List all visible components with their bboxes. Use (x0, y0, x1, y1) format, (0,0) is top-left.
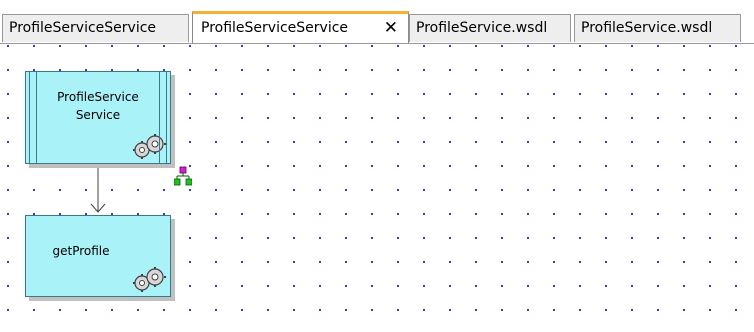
diagram-canvas[interactable]: ProfileService Service getProfile (0, 44, 754, 332)
hierarchy-icon[interactable] (174, 166, 192, 186)
editor-tab-bar: ProfileServiceService ProfileServiceServ… (0, 0, 754, 44)
operation-node[interactable]: getProfile (25, 215, 171, 297)
service-operation-connector (90, 164, 106, 213)
tab-label: ProfileService.wsdl (416, 20, 548, 36)
tab-profileservice-wsdl-1[interactable]: ProfileService.wsdl (409, 14, 571, 42)
service-node-label: ProfileService Service (26, 88, 170, 124)
service-node[interactable]: ProfileService Service (25, 71, 171, 164)
gears-icon (133, 134, 166, 159)
gears-icon (133, 267, 166, 292)
tab-profileserviceservice-1[interactable]: ProfileServiceService (2, 14, 189, 42)
service-node-label-line1: ProfileService (57, 90, 139, 104)
tab-label: ProfileServiceService (201, 20, 349, 36)
tab-profileserviceservice-2-active[interactable]: ProfileServiceService ✕ (192, 11, 409, 44)
close-tab-icon[interactable]: ✕ (384, 14, 398, 42)
tab-label: ProfileServiceService (9, 20, 157, 36)
tab-profileservice-wsdl-2[interactable]: ProfileService.wsdl (574, 14, 741, 42)
operation-node-label: getProfile (52, 244, 110, 258)
service-node-label-line2: Service (75, 108, 121, 122)
tab-label: ProfileService.wsdl (581, 20, 713, 36)
